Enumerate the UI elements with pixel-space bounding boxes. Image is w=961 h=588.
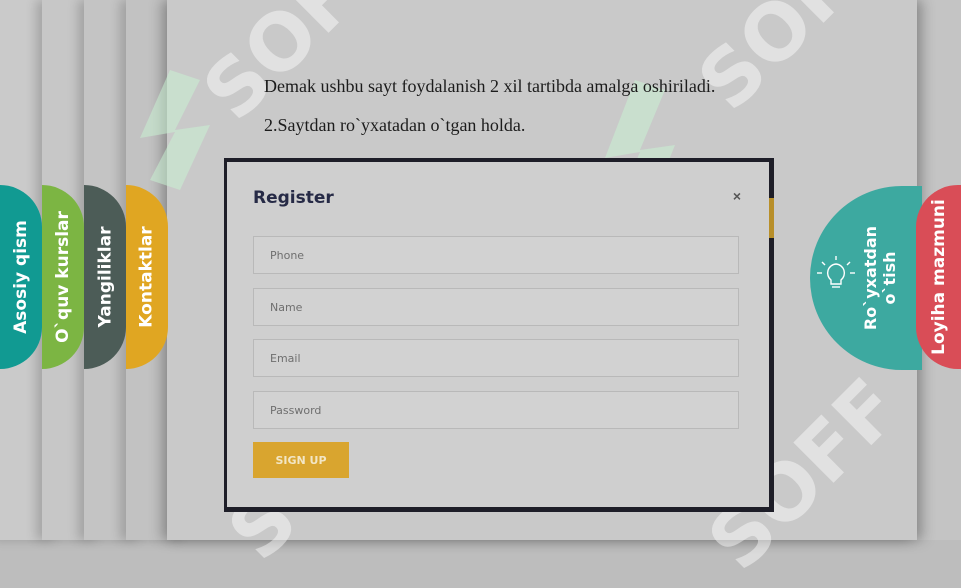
password-field[interactable] [253,391,739,429]
tab-label-line: o`tish [880,251,899,305]
tab-asosiy-qism[interactable]: Asosiy qism [0,185,42,369]
tab-label: Asosiy qism [11,220,32,334]
tab-label: O`quv kurslar [53,211,74,343]
phone-field[interactable] [253,236,739,274]
tab-label: Ro`yxatdan o`tish [861,226,899,330]
sign-up-button[interactable]: SIGN UP [253,442,349,478]
email-field[interactable] [253,339,739,377]
tab-label: Kontaktlar [137,226,157,328]
name-field[interactable] [253,288,739,326]
modal-title: Register [253,188,334,208]
slide-text-line: Demak ushbu sayt foydalanish 2 xil tarti… [264,76,716,96]
close-icon[interactable]: × [733,188,741,204]
tab-kontaktlar[interactable]: Kontaktlar [126,185,168,369]
lightbulb-icon [817,256,855,288]
tab-label: Yangiliklar [95,226,115,328]
tab-oquv-kurslar[interactable]: O`quv kurslar [42,185,84,369]
tab-yangiliklar[interactable]: Yangiliklar [84,185,126,369]
slide-text-line: 2.Saytdan ro`yxatadan o`tgan holda. [264,115,526,135]
tab-label: Loyiha mazmuni [928,199,949,355]
register-modal: Register × SIGN UP [227,162,769,507]
tab-loyiha-mazmuni[interactable]: Loyiha mazmuni [916,185,961,369]
tab-label-line: Ro`yxatdan [861,225,880,331]
